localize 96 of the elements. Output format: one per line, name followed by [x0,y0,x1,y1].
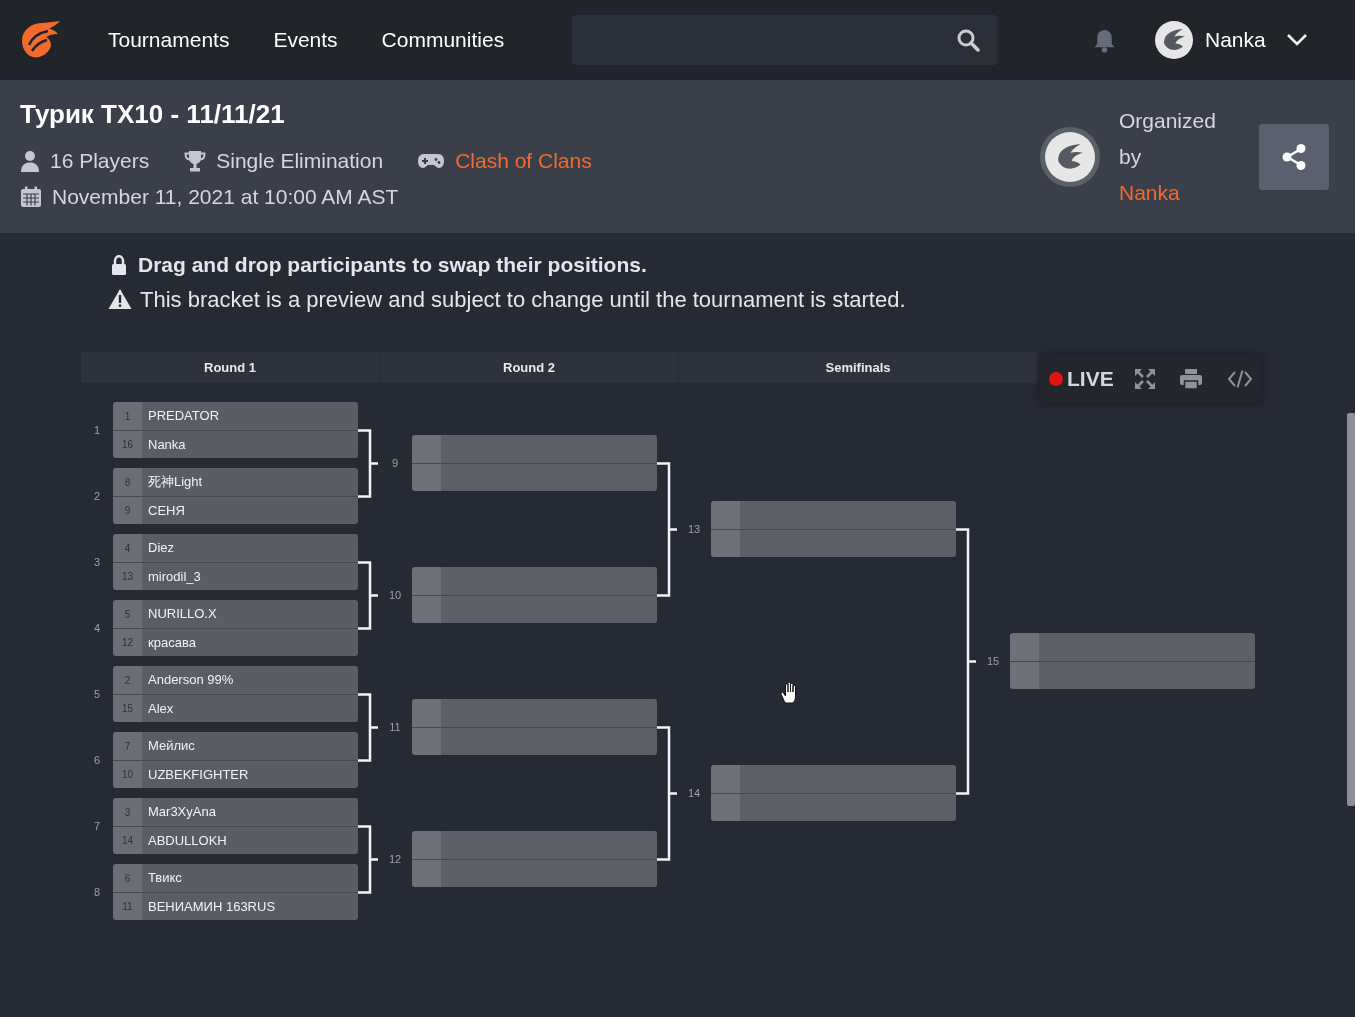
empty-player-slot[interactable] [412,727,657,755]
match-number: 6 [92,752,102,768]
player-name[interactable]: Anderson 99% [142,666,358,694]
match-number: 14 [686,785,702,801]
match-number: 11 [388,719,402,735]
empty-player-slot[interactable] [711,765,956,793]
empty-player-slot[interactable] [711,529,956,557]
round-header: Round 1 [81,352,380,383]
match-number: 13 [686,521,702,537]
person-icon [20,150,40,172]
player-name[interactable]: красава [142,629,358,656]
seed-number: 4 [113,534,142,562]
seed-number: 11 [113,893,142,920]
organizer-avatar-icon [1040,126,1100,187]
bracket-connector [358,428,378,498]
player-name[interactable]: СЕНЯ [142,497,358,524]
player-name[interactable]: ABDULLOKH [142,827,358,854]
share-button[interactable] [1259,123,1329,190]
notice-text: This bracket is a preview and subject to change until the tournament is started. [140,285,906,314]
bracket-connector [358,692,378,762]
bell-icon[interactable] [1093,27,1116,53]
empty-player-slot[interactable] [412,699,657,727]
warning-icon [108,288,132,310]
live-label: LIVE [1067,366,1114,393]
empty-player-slot[interactable] [412,567,657,595]
nav-link[interactable]: Events [273,24,338,56]
match-number: 7 [92,818,102,834]
game-link[interactable]: Clash of Clans [455,145,592,177]
player-name[interactable]: Mar3XyAna [142,798,358,826]
player-name[interactable]: mirodil_3 [142,563,358,590]
match-number: 2 [92,488,102,504]
seed-number: 8 [113,468,142,496]
search-icon[interactable] [956,28,980,52]
match-number: 10 [387,587,403,603]
empty-player-slot[interactable] [711,501,956,529]
empty-player-slot[interactable] [412,595,657,623]
empty-player-slot[interactable] [711,793,956,821]
gamepad-icon [417,153,446,169]
organizer-link[interactable]: Nanka [1119,174,1225,211]
organizer-label: Organized by [1119,107,1217,170]
trophy-icon [184,150,207,172]
seed-number: 5 [113,600,142,628]
format-label: Single Elimination [216,148,384,175]
player-name[interactable]: 死神Light [142,468,358,496]
empty-player-slot[interactable] [412,859,657,887]
match-number: 3 [92,554,102,570]
code-icon[interactable] [1226,369,1253,389]
seed-number: 1 [113,402,142,430]
match-number: 15 [985,653,1001,669]
fullscreen-icon[interactable] [1133,368,1156,390]
empty-player-slot[interactable] [412,435,657,463]
player-name[interactable]: Nanka [142,431,358,458]
empty-player-slot[interactable] [412,463,657,491]
player-name[interactable]: NURILLO.X [142,600,358,628]
empty-player-slot[interactable] [1010,661,1255,689]
share-icon [1281,142,1307,171]
player-name[interactable]: Твикс [142,864,358,892]
date-text: November 11, 2021 at 10:00 AM AST [52,184,399,211]
match-number: 4 [92,620,102,636]
seed-number: 13 [113,563,142,590]
seed-number: 3 [113,798,142,826]
live-dot-icon [1049,372,1063,386]
player-name[interactable]: ВЕНИАМИН 163RUS [142,893,358,920]
player-name[interactable]: Diez [142,534,358,562]
match-number: 8 [92,884,102,900]
bracket-connector [358,560,378,630]
notice-text: Drag and drop participants to swap their positions. [138,252,647,279]
scrollbar-thumb[interactable] [1347,413,1355,806]
player-name[interactable]: Alex [142,695,358,722]
player-name[interactable]: PREDATOR [142,402,358,430]
match-number: 1 [92,422,102,438]
empty-player-slot[interactable] [412,831,657,859]
chevron-down-icon[interactable] [1285,33,1308,47]
player-name[interactable]: Мейлис [142,732,358,760]
user-name[interactable]: Nanka [1205,24,1266,56]
lock-icon [110,255,128,275]
nav-link[interactable]: Tournaments [108,24,230,56]
empty-player-slot[interactable] [1010,633,1255,661]
calendar-icon [20,186,42,208]
print-icon[interactable] [1178,368,1203,390]
tournament-title: Турик TX10 - 11/11/21 [20,98,286,130]
match-number: 12 [387,851,403,867]
bracket-connector [358,824,378,894]
search-field[interactable] [572,15,997,65]
round-header: Semifinals [679,352,1037,383]
player-name[interactable]: UZBEKFIGHTER [142,761,358,788]
match-number: 5 [92,686,102,702]
seed-number: 12 [113,629,142,656]
players-count: 16 Players [50,148,150,175]
match-number: 9 [390,455,400,471]
round-header: Round 2 [380,352,679,383]
seed-number: 15 [113,695,142,722]
seed-number: 14 [113,827,142,854]
avatar-icon[interactable] [1155,21,1193,59]
seed-number: 16 [113,431,142,458]
nav-link[interactable]: Communities [381,24,505,56]
